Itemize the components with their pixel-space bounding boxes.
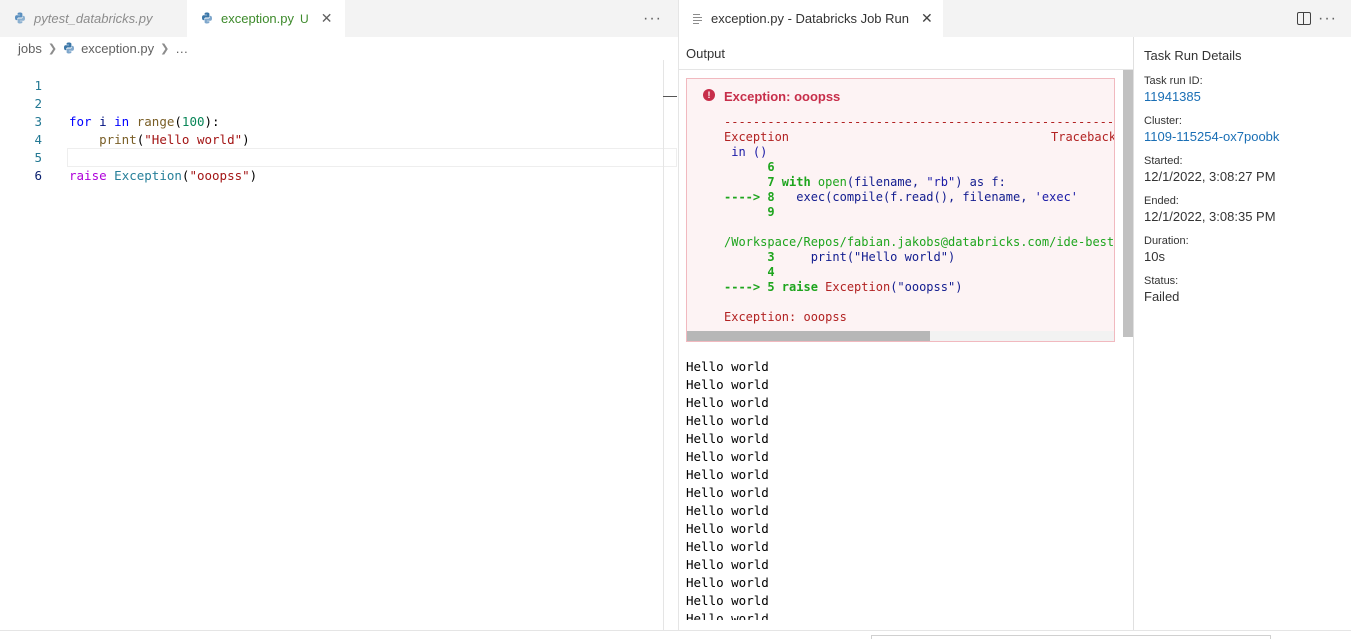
error-icon: ! [703, 89, 715, 101]
stdout-line: Hello world [686, 431, 769, 446]
task-run-details-panel: Task Run Details Task run ID: 11941385 C… [1133, 37, 1351, 630]
divider [679, 69, 1133, 70]
error-output-box: ! Exception: ooopss --------------------… [686, 78, 1115, 342]
stdout-line: Hello world [686, 359, 769, 374]
breadcrumb-folder[interactable]: jobs [18, 41, 42, 56]
field-label: Task run ID: [1144, 75, 1203, 87]
cluster-link[interactable]: 1109-115254-ox7poobk [1144, 128, 1351, 145]
left-editor-group: pytest_databricks.py exception.py U ✕ ··… [0, 0, 678, 630]
details-title: Task Run Details [1144, 48, 1242, 63]
chevron-right-icon: ❯ [47, 42, 58, 55]
traceback-in-line: in () [724, 145, 768, 159]
task-run-id-field: Task run ID: 11941385 [1144, 74, 1351, 105]
ended-field: Ended: 12/1/2022, 3:08:35 PM [1144, 194, 1351, 225]
breadcrumb-trail[interactable]: … [175, 41, 188, 56]
stdout-line: Hello world [686, 377, 769, 392]
stdout-line: Hello world [686, 485, 769, 500]
left-tab-bar: pytest_databricks.py exception.py U ✕ ··… [0, 0, 678, 37]
stdout-line: Hello world [686, 395, 769, 410]
cluster-field: Cluster: 1109-115254-ox7poobk [1144, 114, 1351, 145]
field-label: Cluster: [1144, 115, 1182, 127]
chevron-right-icon: ❯ [160, 42, 170, 55]
stdout-line: Hello world [686, 593, 769, 608]
output-scrollbar[interactable] [1123, 70, 1133, 337]
python-file-icon [14, 12, 28, 26]
code-line: 2 for i in range(100): [0, 77, 676, 129]
duration-field: Duration: 10s [1144, 234, 1351, 265]
horizontal-scrollbar[interactable] [687, 331, 1114, 341]
status-field: Status: Failed [1144, 274, 1351, 305]
bottom-panel-edge [871, 635, 1271, 639]
split-editor-icon[interactable] [1297, 12, 1311, 25]
tab-exception-py[interactable]: exception.py U ✕ [187, 0, 346, 37]
tab-label: exception.py - Databricks Job Run [711, 11, 909, 26]
status-value: Failed [1144, 289, 1180, 304]
field-label: Status: [1144, 275, 1179, 287]
tab-pytest-databricks[interactable]: pytest_databricks.py [0, 0, 187, 37]
code-line: 4 [0, 113, 676, 147]
code-editor[interactable]: 1 2 for i in range(100): 3 print("Hello … [0, 59, 678, 630]
traceback-line-9: 9 [724, 205, 775, 219]
editor-scrollbar-track[interactable] [663, 60, 664, 630]
duration-value: 10s [1144, 249, 1165, 264]
stdout-line: Hello world [686, 467, 769, 482]
stdout-line: Hello world [686, 503, 769, 518]
stdout-line: Hello world [686, 521, 769, 536]
stdout-output: Hello world Hello world Hello world Hello w… [686, 358, 1116, 620]
untracked-status-badge: U [300, 11, 309, 26]
more-actions-icon[interactable]: ··· [1318, 10, 1337, 28]
code-line: 3 print("Hello world") [0, 95, 676, 147]
traceback-line-3: 3 print("Hello world") [724, 250, 956, 264]
started-value: 12/1/2022, 3:08:27 PM [1144, 169, 1276, 184]
close-icon[interactable]: ✕ [921, 10, 933, 27]
stdout-line: Hello world [686, 557, 769, 572]
tab-label: pytest_databricks.py [34, 11, 153, 26]
more-actions-icon[interactable]: ··· [643, 10, 662, 28]
stdout-line: Hello world [686, 575, 769, 590]
ended-value: 12/1/2022, 3:08:35 PM [1144, 209, 1276, 224]
field-label: Ended: [1144, 195, 1179, 207]
code-line: 6 [0, 149, 676, 183]
field-label: Started: [1144, 155, 1183, 167]
traceback-separator: ----------------------------------------… [724, 115, 1115, 129]
scrollbar-thumb[interactable] [687, 331, 930, 341]
traceback-final-message: Exception: ooopss [724, 310, 847, 324]
breadcrumb: jobs ❯ exception.py ❯ … [0, 37, 678, 59]
stdout-line: Hello world [686, 413, 769, 428]
cursor-position-marker [663, 96, 677, 97]
stdout-line: Hello world [686, 539, 769, 554]
output-panel: Output ! Exception: ooopss -------------… [679, 37, 1133, 630]
preview-document-icon [693, 13, 703, 24]
code-line: 1 [0, 59, 676, 93]
tab-label: exception.py [221, 11, 294, 26]
traceback-file-path: /Workspace/Repos/fabian.jakobs@databrick… [724, 235, 1115, 249]
python-file-icon [63, 42, 76, 55]
breadcrumb-file[interactable]: exception.py [81, 41, 154, 56]
traceback-line-8: ----> 8 exec(compile(f.read(), filename,… [724, 190, 1079, 204]
error-title: Exception: ooopss [724, 89, 841, 104]
traceback-line-5: ----> 5 raise Exception("ooopss") [724, 280, 963, 294]
output-title: Output [686, 46, 726, 61]
field-label: Duration: [1144, 235, 1189, 247]
code-line: 5 raise Exception("ooopss") [0, 131, 676, 183]
line-number: 6 [34, 168, 42, 183]
code-text: raise Exception("ooopss") [69, 168, 258, 183]
close-icon[interactable]: ✕ [319, 10, 335, 27]
panel-border [0, 630, 1351, 631]
python-file-icon [201, 12, 215, 26]
right-editor-group: exception.py - Databricks Job Run ✕ ··· … [678, 0, 1351, 630]
traceback-line-4: 4 [724, 265, 775, 279]
traceback-line-7: 7 with open(filename, "rb") as f: [724, 175, 1006, 189]
stdout-line: Hello world [686, 611, 769, 620]
stdout-line: Hello world [686, 449, 769, 464]
started-field: Started: 12/1/2022, 3:08:27 PM [1144, 154, 1351, 185]
task-run-id-link[interactable]: 11941385 [1144, 88, 1351, 105]
tab-databricks-job-run[interactable]: exception.py - Databricks Job Run ✕ [679, 0, 943, 37]
traceback-header: ExceptionTraceback (most recent call las… [724, 130, 1115, 144]
traceback-line-6: 6 [724, 160, 775, 174]
